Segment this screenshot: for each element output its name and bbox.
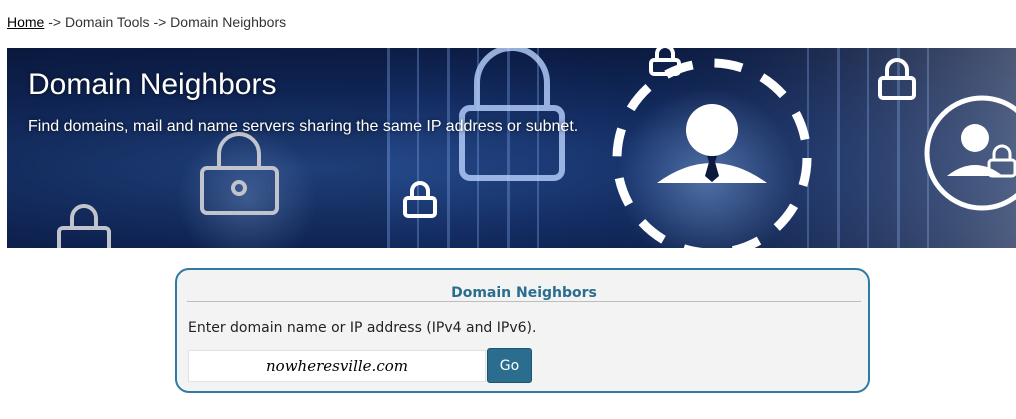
domain-input[interactable] bbox=[188, 350, 486, 382]
banner-title: Domain Neighbors bbox=[28, 68, 277, 101]
breadcrumb: Home -> Domain Tools -> Domain Neighbors bbox=[7, 14, 286, 30]
input-instructions: Enter domain name or IP address (IPv4 an… bbox=[188, 320, 537, 336]
breadcrumb-domain-tools: Domain Tools bbox=[64, 14, 150, 30]
breadcrumb-home-link[interactable]: Home bbox=[7, 14, 44, 30]
go-button[interactable]: Go bbox=[487, 348, 532, 383]
panel-divider bbox=[187, 301, 861, 302]
breadcrumb-current: Domain Neighbors bbox=[170, 14, 287, 30]
banner-subtitle: Find domains, mail and name servers shar… bbox=[28, 118, 579, 135]
hero-banner: Domain Neighbors Find domains, mail and … bbox=[7, 48, 1016, 248]
breadcrumb-separator: -> bbox=[48, 14, 62, 30]
domain-neighbors-panel: Domain Neighbors Enter domain name or IP… bbox=[175, 268, 870, 393]
panel-title: Domain Neighbors bbox=[451, 285, 597, 301]
breadcrumb-separator: -> bbox=[153, 14, 167, 30]
